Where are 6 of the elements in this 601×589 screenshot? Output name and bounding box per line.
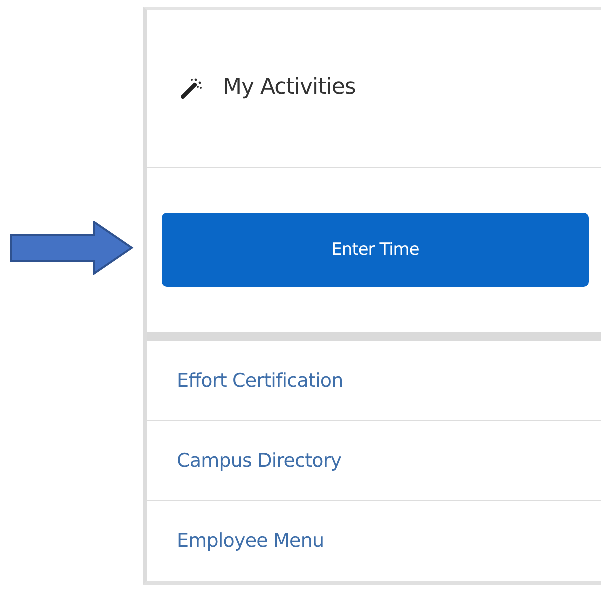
menu-link[interactable]: Effort Certification (177, 370, 344, 392)
menu-link[interactable]: Employee Menu (177, 530, 324, 552)
panel-title: My Activities (223, 75, 356, 100)
magic-wand-icon (181, 76, 203, 98)
enter-time-button[interactable]: Enter Time (162, 213, 589, 287)
menu-link[interactable]: Campus Directory (177, 450, 342, 472)
